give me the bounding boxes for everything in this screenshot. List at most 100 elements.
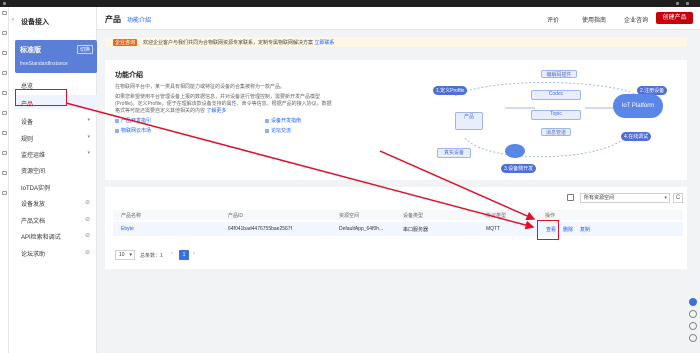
external-link-icon: ⊘ bbox=[84, 250, 90, 256]
resource-space-icon bbox=[567, 194, 574, 201]
feature-intro-card: 功能介绍 在物联网平台中，某一类具有相同能力或特征的设备的合集被称为一款产品。 … bbox=[105, 60, 687, 180]
delete-button[interactable]: 删除 bbox=[563, 226, 573, 233]
service-icon[interactable] bbox=[2, 131, 7, 135]
col-resource-space: 资源空间 bbox=[339, 213, 360, 219]
col-product-id: 产品ID bbox=[228, 213, 244, 219]
real-device-box: 真实设备 bbox=[437, 148, 471, 158]
prev-page-button[interactable]: ‹ bbox=[171, 251, 173, 257]
codec-box: Codec bbox=[531, 90, 581, 100]
learn-more-link[interactable]: 了解更多 bbox=[206, 108, 226, 114]
sidebar-item-device[interactable]: 设备 bbox=[21, 117, 33, 126]
device-dev-guide-link[interactable]: 设备开发指南 bbox=[265, 117, 301, 124]
page-number[interactable]: 1 bbox=[179, 250, 189, 260]
sidebar-item-api-debug[interactable]: API检索和调试 bbox=[21, 232, 61, 241]
table-header: 产品名称 产品ID 资源空间 设备类型 协议类型 操作 bbox=[113, 210, 683, 220]
col-device-type: 设备类型 bbox=[403, 213, 424, 219]
console-icon[interactable] bbox=[676, 2, 679, 5]
service-icon[interactable] bbox=[2, 151, 7, 155]
product-nav-highlight bbox=[15, 89, 67, 106]
iot-platform-cloud: IoT Platform bbox=[613, 94, 663, 118]
workflow-diagram: 1.定义Profile 2.注册设备 3.设备侧开发 4.在线调试 编解码插件 … bbox=[425, 68, 685, 178]
sidebar-item-provisioning[interactable]: 设备发放 bbox=[21, 199, 45, 208]
banner-text: 欢迎企业客户与我们共同为合物联网资源专家联系，定制专属物联网解决方案 bbox=[143, 40, 314, 46]
intro-text: 在物联网平台中，某一类具有相同能力或特征的设备的合集被称为一款产品。 bbox=[115, 84, 286, 90]
back-icon[interactable]: ‹ bbox=[12, 17, 14, 23]
help-icon[interactable] bbox=[689, 334, 697, 342]
product-box: 产品 bbox=[455, 112, 483, 130]
page-size-select[interactable]: 10 ▾ bbox=[115, 250, 135, 260]
intro-title: 功能介绍 bbox=[115, 72, 143, 79]
grid-icon[interactable] bbox=[2, 31, 7, 35]
topic-box: Topic bbox=[531, 110, 581, 120]
banner-tag: 企业咨询 bbox=[113, 39, 138, 46]
codec-plugin-label: 编解码插件 bbox=[541, 70, 577, 78]
product-id: 64f041bad4476755bae2567f bbox=[228, 226, 292, 232]
instance-card: 标准版 切换 freeStandardInstance bbox=[15, 40, 97, 73]
sidebar-item-monitoring[interactable]: 监控运维 bbox=[21, 150, 45, 159]
device-icon bbox=[505, 144, 525, 158]
instance-name: freeStandardInstance bbox=[20, 61, 68, 67]
chevron-down-icon: ▾ bbox=[87, 150, 90, 156]
chevron-down-icon: ▾ bbox=[87, 134, 90, 140]
sidebar: ‹ 设备接入 标准版 切换 freeStandardInstance 总览 产品… bbox=[9, 7, 97, 353]
assistant-icon[interactable] bbox=[689, 298, 697, 306]
col-actions: 操作 bbox=[545, 213, 556, 219]
service-icon[interactable] bbox=[2, 171, 7, 175]
sidebar-item-resource-space[interactable]: 资源空间 bbox=[21, 166, 45, 175]
enterprise-consult-button[interactable]: 企业咨询 bbox=[624, 15, 648, 24]
guide-button[interactable]: 使用指南 bbox=[582, 15, 606, 24]
iot-marketplace-link[interactable]: 物联网云市场 bbox=[115, 127, 151, 134]
product-name-link[interactable]: Ebyte bbox=[121, 226, 134, 232]
page-size-value: 10 bbox=[119, 252, 125, 258]
user-icon[interactable] bbox=[686, 2, 689, 5]
create-product-button[interactable]: 创建产品 bbox=[656, 12, 693, 24]
feature-intro-link[interactable]: 功能介绍 bbox=[127, 15, 151, 24]
service-rail bbox=[0, 7, 9, 353]
resource-space-select[interactable]: 所有资源空间 ▾ bbox=[580, 193, 670, 203]
contact-now-link[interactable]: 立即联系 bbox=[314, 40, 334, 46]
resource-space-value: 所有资源空间 bbox=[584, 195, 615, 201]
external-link-icon: ⊘ bbox=[84, 233, 90, 239]
star-icon[interactable] bbox=[2, 51, 7, 55]
refresh-button[interactable]: C bbox=[673, 193, 683, 203]
message-pipeline-label: 消息管道 bbox=[541, 128, 571, 136]
step-define-profile: 1.定义Profile bbox=[433, 86, 468, 95]
col-protocol: 协议类型 bbox=[486, 213, 507, 219]
forum-link[interactable]: 论坛交流 bbox=[265, 127, 291, 134]
total-count: 1 bbox=[160, 253, 163, 259]
sidebar-item-product-docs[interactable]: 产品文档 bbox=[21, 216, 45, 225]
external-link-icon: ⊘ bbox=[84, 217, 90, 223]
chevron-down-icon: ▾ bbox=[87, 117, 90, 123]
total-label: 总条数： bbox=[140, 253, 161, 259]
protocol: MQTT bbox=[486, 226, 501, 232]
next-page-button[interactable]: › bbox=[193, 251, 195, 257]
edit-icon[interactable] bbox=[689, 322, 697, 330]
copy-button[interactable]: 复制 bbox=[580, 226, 590, 233]
home-icon[interactable] bbox=[2, 11, 7, 15]
step-online-debug: 4.在线调试 bbox=[621, 132, 652, 141]
table-row: Ebyte 64f041bad4476755bae2567f DefaultAp… bbox=[113, 222, 683, 236]
service-icon[interactable] bbox=[2, 91, 7, 95]
switch-instance-button[interactable]: 切换 bbox=[76, 45, 93, 54]
instance-edition: 标准版 bbox=[20, 47, 41, 54]
view-button-highlight bbox=[537, 220, 559, 240]
top-bar bbox=[0, 0, 700, 7]
feedback-icon[interactable] bbox=[689, 310, 697, 318]
external-link-icon: ⊘ bbox=[84, 200, 90, 206]
col-product-name: 产品名称 bbox=[121, 213, 142, 219]
chevron-down-icon: ▾ bbox=[664, 195, 667, 201]
product-dev-guide-link[interactable]: 产品开发指引 bbox=[115, 117, 151, 124]
step-device-development: 3.设备侧开发 bbox=[501, 164, 537, 173]
page-title: 产品 bbox=[105, 15, 121, 24]
sidebar-item-forum[interactable]: 论坛求助 bbox=[21, 249, 45, 258]
notice-banner: 企业咨询 欢迎企业客户与我们共同为合物联网资源专家联系，定制专属物联网解决方案 … bbox=[105, 37, 687, 47]
device-type: 串口服务器 bbox=[403, 227, 429, 233]
sidebar-item-iotda-instance[interactable]: IoTDA实例 bbox=[21, 183, 50, 192]
service-icon[interactable] bbox=[2, 71, 7, 75]
service-icon[interactable] bbox=[2, 191, 7, 195]
menu-icon[interactable] bbox=[3, 2, 6, 5]
sidebar-title: 设备接入 bbox=[21, 19, 49, 26]
service-icon[interactable] bbox=[2, 111, 7, 115]
sidebar-item-rules[interactable]: 规则 bbox=[21, 134, 33, 143]
rating-button[interactable]: 评价 bbox=[547, 15, 559, 24]
